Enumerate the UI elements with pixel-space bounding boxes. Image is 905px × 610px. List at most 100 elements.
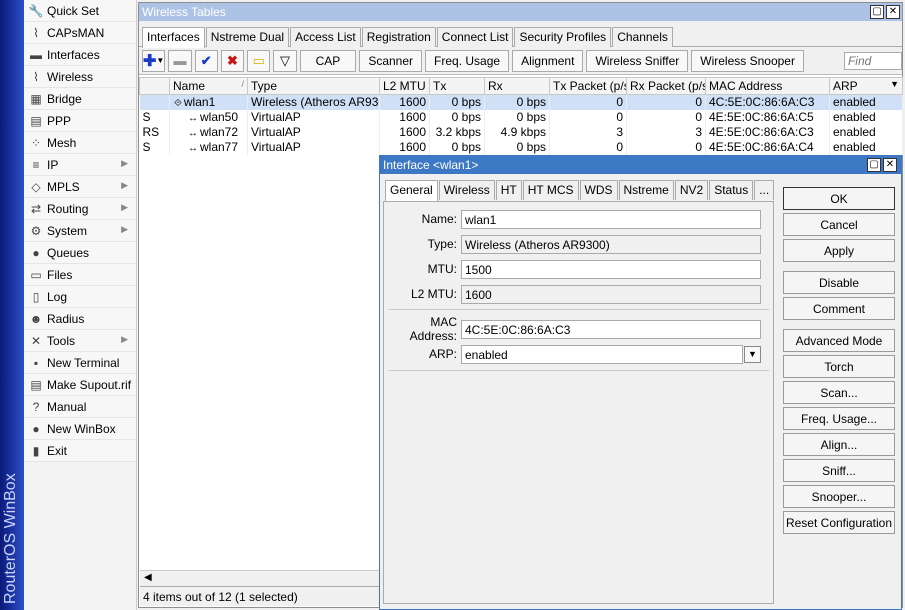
column-header[interactable]: Tx Packet (p/s) [549,77,627,95]
menu-item-label: Bridge [47,91,82,106]
dialog-tab-ht[interactable]: HT [495,180,522,200]
dialog-tab-more[interactable]: ... [754,180,775,200]
disable-button[interactable]: ✖ [220,49,245,72]
horizontal-scrollbar[interactable]: ◀ [140,570,380,586]
dialog-tab-wds[interactable]: WDS [579,180,618,200]
menu-item-label: CAPsMAN [47,25,105,40]
add-button[interactable]: ✚ ▼ [142,49,166,72]
wireless-snooper-button[interactable]: Wireless Snooper [691,49,804,72]
menu-item[interactable]: ✕ Tools ▶ [24,330,136,352]
close-icon[interactable]: ✕ [886,5,900,19]
wireless-sniffer-button[interactable]: Wireless Sniffer [586,49,689,72]
column-header[interactable]: ARP ▼ [829,77,903,95]
freq-usage-button[interactable]: Freq. Usage [425,49,510,72]
find-input[interactable] [843,51,902,70]
tab-access-list[interactable]: Access List [290,27,361,47]
dialog-titlebar[interactable]: Interface <wlan1> ▢ ✕ [380,156,901,174]
wireless-tables-titlebar[interactable]: Wireless Tables ▢ ✕ [139,3,902,21]
table-row[interactable]: RS ↔ wlan72 VirtualAP 1600 3.2 kbps 4.9 kbps 3 3… [139,124,903,140]
align-button[interactable]: Align... [783,433,895,456]
scroll-left-icon[interactable]: ◀ [144,572,152,583]
column-header[interactable]: MAC Address [705,77,830,95]
snooper-button[interactable]: Snooper... [783,485,895,508]
advanced-mode-button[interactable]: Advanced Mode [783,329,895,352]
comment-button[interactable]: ▭ [247,49,271,72]
table-row[interactable]: ⟐wlan1Wireless (Atheros AR9300)16000 bps… [139,94,903,110]
field-name[interactable]: wlan1 [461,209,761,229]
menu-item[interactable]: ▮ Exit [24,440,136,462]
menu-item[interactable]: ● New WinBox [24,418,136,440]
dialog-tab-ht-mcs[interactable]: HT MCS [522,180,579,200]
dialog-tab-general[interactable]: General [385,180,438,201]
freq-usage-button[interactable]: Freq. Usage... [783,407,895,430]
column-menu-icon[interactable]: ▼ [890,79,899,89]
tab-connect-list[interactable]: Connect List [436,27,514,47]
capsman-icon: ⌇ [33,25,39,40]
column-header[interactable]: Name / [169,77,248,95]
tab-channels[interactable]: Channels [612,27,673,47]
alignment-button[interactable]: Alignment [512,49,584,72]
menu-item[interactable]: ▦ Bridge [24,88,136,110]
table-cell: RS [139,124,170,140]
disable-button[interactable]: Disable [783,271,895,294]
menu-item-label: Exit [47,443,68,458]
remove-button[interactable]: ▬ [168,49,192,72]
torch-button[interactable]: Torch [783,355,895,378]
enable-button[interactable]: ✔ [194,49,218,72]
column-header[interactable]: L2 MTU [379,77,430,95]
dialog-buttons: OK Cancel Apply Disable Comment Advanced Mode… [783,187,895,537]
maximize-icon[interactable]: ▢ [870,5,884,19]
sniff-button[interactable]: Sniff... [783,459,895,482]
table-row[interactable]: S ↔ wlan50 VirtualAP 1600 0 bps 0 bps 0 0 4E:5E:0… [139,109,903,125]
dialog-close-icon[interactable]: ✕ [883,158,897,172]
column-header[interactable]: Tx [429,77,485,95]
table-row[interactable]: S ↔ wlan77 VirtualAP 1600 0 bps 0 bps 0 0 4E:5E:0… [139,139,903,155]
menu-item[interactable]: ▪ New Terminal [24,352,136,374]
tab-nstreme-dual[interactable]: Nstreme Dual [205,27,290,47]
menu-item[interactable]: ▭ Files [24,264,136,286]
filter-button[interactable]: ▽ [273,49,297,72]
arp-dropdown-button[interactable]: ▼ [744,345,761,363]
interfaces-icon: ▬ [30,47,42,62]
tab-registration[interactable]: Registration [361,27,436,47]
menu-item[interactable]: ● Queues [24,242,136,264]
dialog-tab-status[interactable]: Status [709,180,754,200]
cap-button[interactable]: CAP [299,49,357,72]
menu-item[interactable]: 🔧 Quick Set [24,0,136,22]
dialog-tab-nstreme[interactable]: Nstreme [618,180,674,200]
menu-item[interactable]: ≡ IP ▶ [24,154,136,176]
column-header[interactable]: Type [247,77,380,95]
column-header[interactable] [139,77,170,95]
menu-item[interactable]: ⇄ Routing ▶ [24,198,136,220]
column-header[interactable]: Rx [484,77,550,95]
scanner-button[interactable]: Scanner [359,49,423,72]
routing-icon: ⇄ [30,201,42,216]
cancel-button[interactable]: Cancel [783,213,895,236]
dialog-tab-wireless[interactable]: Wireless [438,180,495,200]
reset-configuration-button[interactable]: Reset Configuration [783,511,895,534]
menu-item[interactable]: ? Manual [24,396,136,418]
menu-item[interactable]: ◇ MPLS ▶ [24,176,136,198]
menu-item[interactable]: ▤ PPP [24,110,136,132]
field-mtu[interactable]: 1500 [461,259,761,279]
comment-button[interactable]: Comment [783,297,895,320]
column-header[interactable]: Rx Packet (p/s) [626,77,706,95]
menu-item[interactable]: ▬ Interfaces [24,44,136,66]
menu-item[interactable]: ⌇ CAPsMAN [24,22,136,44]
ppp-icon: ▤ [30,113,42,128]
menu-item[interactable]: ☻ Radius [24,308,136,330]
menu-item[interactable]: ⁘ Mesh [24,132,136,154]
menu-item[interactable]: ▤ Make Supout.rif [24,374,136,396]
field-mac-address[interactable]: 4C:5E:0C:86:6A:C3 [461,319,761,339]
menu-item[interactable]: ⌇ Wireless [24,66,136,88]
apply-button[interactable]: Apply [783,239,895,262]
field-arp[interactable]: enabled [461,344,743,364]
tab-interfaces[interactable]: Interfaces [142,27,205,48]
tab-security-profiles[interactable]: Security Profiles [514,27,612,47]
ok-button[interactable]: OK [783,187,895,210]
dialog-maximize-icon[interactable]: ▢ [867,158,881,172]
menu-item[interactable]: ▯ Log [24,286,136,308]
menu-item[interactable]: ⚙ System ▶ [24,220,136,242]
dialog-tab-nv2[interactable]: NV2 [674,180,709,200]
scan-button[interactable]: Scan... [783,381,895,404]
